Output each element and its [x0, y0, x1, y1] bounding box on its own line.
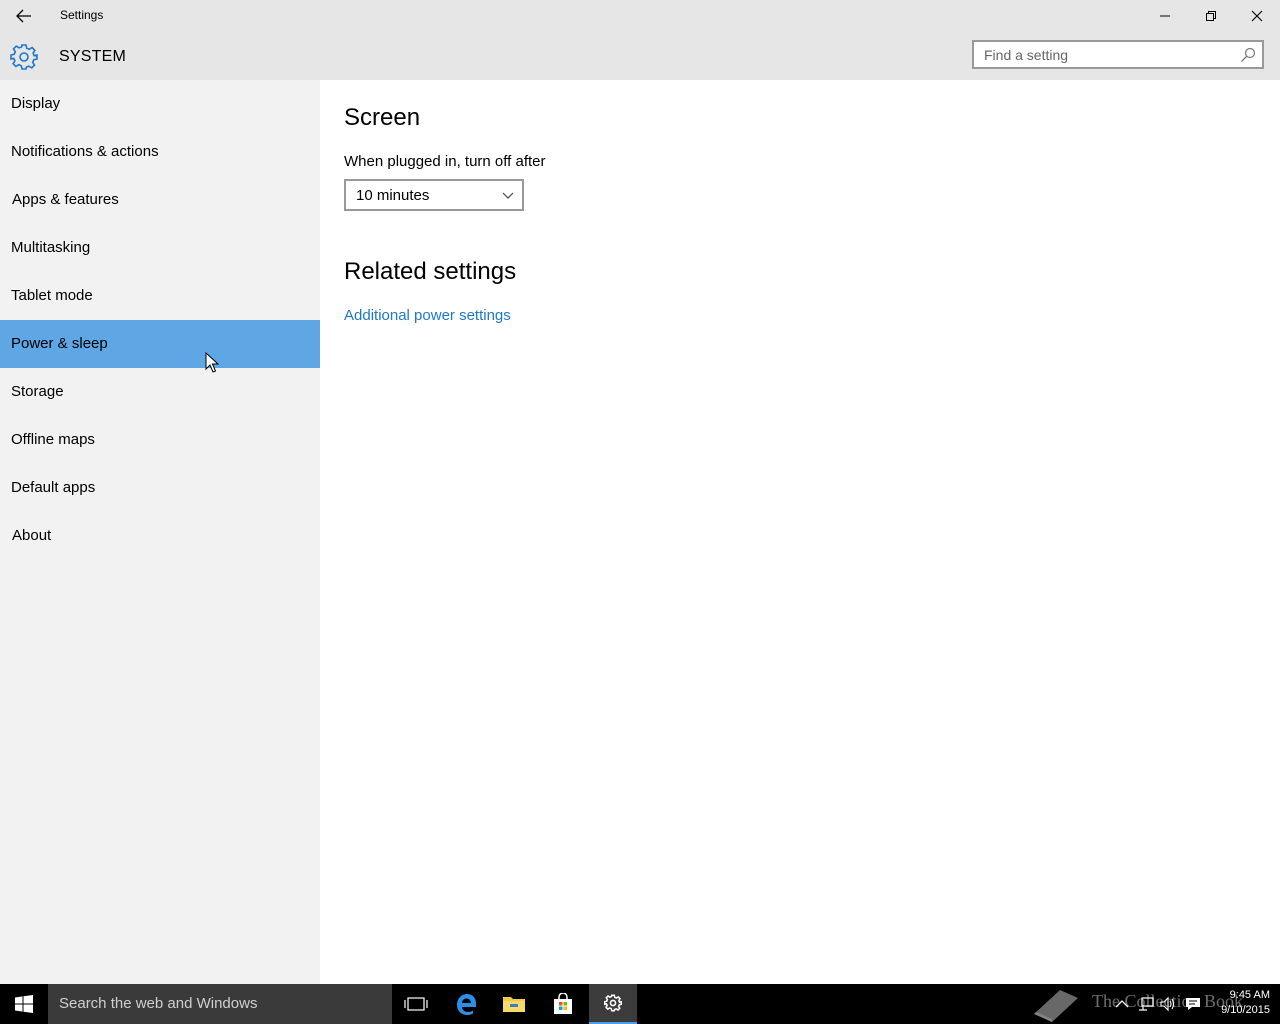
sidebar-item-tablet-mode[interactable]: Tablet mode	[0, 272, 320, 320]
chevron-up-icon[interactable]	[1114, 996, 1130, 1012]
sidebar-item-storage[interactable]: Storage	[0, 368, 320, 416]
taskbar-clock[interactable]: 9:45 AM 9/10/2015	[1206, 988, 1270, 1018]
action-center-icon[interactable]	[1185, 996, 1201, 1012]
settings-taskbar-button[interactable]	[589, 984, 637, 1024]
minimize-button[interactable]	[1142, 0, 1188, 32]
window-title: Settings	[60, 8, 104, 22]
file-explorer-button[interactable]	[490, 984, 538, 1024]
sidebar-item-multitasking[interactable]: Multitasking	[0, 224, 320, 272]
screen-heading: Screen	[344, 104, 421, 131]
clock-date: 9/10/2015	[1221, 1004, 1270, 1016]
sidebar-item-default-apps[interactable]: Default apps	[0, 464, 320, 512]
network-icon[interactable]	[1138, 996, 1154, 1012]
mouse-cursor-icon	[205, 352, 219, 373]
windows-logo-icon	[15, 995, 33, 1013]
gear-icon	[10, 44, 38, 70]
sidebar-item-apps-features[interactable]: Apps & features	[0, 176, 320, 224]
additional-power-settings-link[interactable]: Additional power settings	[344, 307, 511, 324]
minimize-icon	[1160, 15, 1170, 17]
search-box[interactable]	[972, 40, 1264, 69]
task-view-button[interactable]	[392, 984, 440, 1024]
volume-icon[interactable]	[1160, 996, 1176, 1012]
taskbar: Search the web and Windows The Collectio…	[0, 984, 1280, 1024]
sidebar-item-about[interactable]: About	[0, 512, 320, 560]
plugged-in-timeout-dropdown[interactable]: 10 minutes	[344, 179, 524, 211]
sidebar-item-display[interactable]: Display	[0, 80, 320, 128]
main-content: Screen When plugged in, turn off after 1…	[320, 80, 1280, 984]
folder-icon	[503, 997, 525, 1012]
back-arrow-icon	[16, 9, 31, 23]
back-button[interactable]	[0, 0, 48, 32]
dropdown-value: 10 minutes	[356, 187, 430, 204]
app-header: SYSTEM	[0, 32, 1280, 80]
task-view-icon	[404, 997, 428, 1011]
store-button[interactable]	[539, 984, 587, 1024]
title-bar: Settings	[0, 0, 1280, 32]
search-icon[interactable]	[1240, 47, 1256, 63]
plugged-in-label: When plugged in, turn off after	[344, 153, 546, 170]
clock-time: 9:45 AM	[1229, 989, 1270, 1001]
close-icon	[1251, 10, 1263, 22]
book-logo-icon	[1034, 990, 1078, 1022]
close-button[interactable]	[1234, 0, 1280, 32]
edge-button[interactable]	[442, 984, 490, 1024]
sidebar-item-offline-maps[interactable]: Offline maps	[0, 416, 320, 464]
taskbar-search-box[interactable]: Search the web and Windows	[48, 984, 392, 1024]
chevron-down-icon	[502, 192, 514, 199]
restore-icon	[1206, 11, 1216, 21]
sidebar: Display Notifications & actions Apps & f…	[0, 80, 320, 984]
store-bag-icon	[554, 993, 572, 1014]
sidebar-item-power-sleep[interactable]: Power & sleep	[0, 320, 320, 368]
search-input[interactable]	[974, 42, 1244, 67]
start-button[interactable]	[0, 984, 48, 1024]
restore-button[interactable]	[1188, 0, 1234, 32]
gear-icon	[604, 994, 622, 1012]
section-title: SYSTEM	[59, 48, 126, 65]
edge-icon	[457, 994, 476, 1015]
related-settings-heading: Related settings	[344, 258, 517, 285]
sidebar-item-notifications[interactable]: Notifications & actions	[0, 128, 320, 176]
